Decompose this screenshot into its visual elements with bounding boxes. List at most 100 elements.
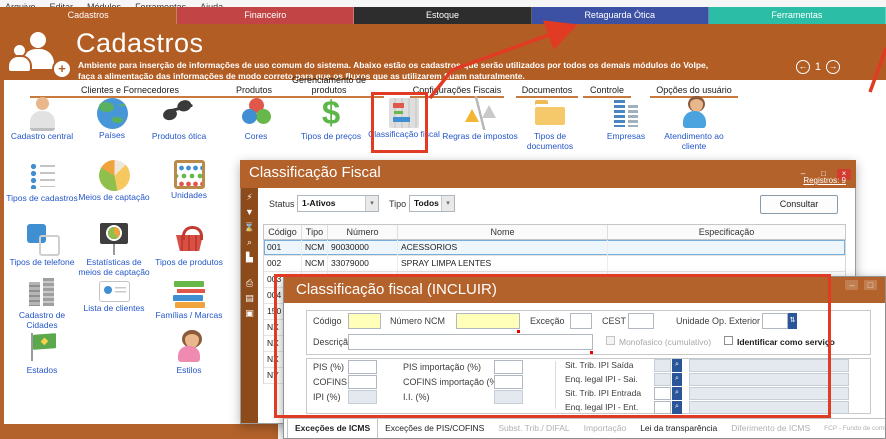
shortcut-label: Lista de clientes <box>76 304 152 314</box>
shortcut-item[interactable]: Regras de impostos <box>442 96 518 142</box>
report-icon[interactable]: ▤ <box>241 292 258 305</box>
shortcut-item[interactable]: Empresas <box>588 96 664 142</box>
ipi-code-input[interactable] <box>654 401 671 414</box>
shortcut-item[interactable]: Estados <box>4 330 80 376</box>
shortcut-item[interactable]: Tipos de documentos <box>512 96 588 151</box>
flash-icon[interactable]: ⚡ <box>241 191 258 204</box>
dialog-tab[interactable]: FCP - Fundo de combate à pobreza <box>817 419 886 438</box>
filter-icon[interactable]: ▼ <box>241 206 258 219</box>
cest-input[interactable] <box>628 313 654 329</box>
descricao-input[interactable] <box>348 334 593 350</box>
ipi-description-field <box>689 387 849 400</box>
ipi-code-input[interactable] <box>654 373 671 386</box>
ipi-description-field <box>689 401 849 414</box>
hourglass-icon[interactable]: ⌛ <box>241 221 258 234</box>
shortcut-label: Tipos de preços <box>293 132 369 142</box>
column-header[interactable]: Tipo <box>302 225 328 239</box>
chart-icon[interactable]: ▙ <box>241 251 258 264</box>
unidade-op-exterior-input[interactable] <box>762 313 788 329</box>
pie-chart-icon <box>99 160 130 191</box>
column-header[interactable]: Código <box>264 225 302 239</box>
numero-ncm-input[interactable] <box>456 313 520 329</box>
consultar-button[interactable]: Consultar <box>760 195 838 214</box>
lookup-button[interactable]: ⌕ <box>672 387 682 400</box>
dialog-tab[interactable]: Exceções de PIS/COFINS <box>378 419 491 438</box>
lookup-button[interactable]: ⌕ <box>672 401 682 414</box>
print-icon[interactable]: ⎙ <box>241 277 258 290</box>
ipi-code-input[interactable] <box>654 359 671 372</box>
incluir-dialog-titlebar[interactable]: Classificação fiscal (INCLUIR) – □ <box>284 277 885 303</box>
shortcut-label: Tipos de produtos <box>151 258 227 268</box>
pis-input[interactable] <box>348 360 377 374</box>
minimize-button[interactable]: – <box>845 280 858 290</box>
module-tab[interactable]: Estoque <box>354 7 531 24</box>
ipi-code-input[interactable] <box>654 387 671 400</box>
window-bottom-border <box>0 424 278 439</box>
shortcut-item[interactable]: Atendimento ao cliente <box>656 96 732 151</box>
dialog-tab[interactable]: Diferimento de ICMS <box>724 419 817 438</box>
shortcut-label: Famílias / Marcas <box>151 311 227 321</box>
ipi-description-field <box>689 373 849 386</box>
shortcut-item[interactable]: Estilos <box>151 330 227 376</box>
shortcut-item[interactable]: Tipos de telefone <box>4 222 80 268</box>
page-description-line1: Ambiente para inserção de informações de… <box>78 60 708 70</box>
shortcut-item[interactable]: Lista de clientes <box>76 275 152 314</box>
tipo-select[interactable]: Todos ▾ <box>409 195 455 212</box>
excecao-input[interactable] <box>570 313 592 329</box>
module-tab[interactable]: Cadastros <box>0 7 177 24</box>
codigo-input[interactable] <box>348 313 381 329</box>
prev-page-button[interactable]: ← <box>796 60 810 74</box>
table-row[interactable]: 001 NCM 90030000 ACESSORIOS <box>264 240 845 256</box>
users-plus-icon: + <box>12 32 70 76</box>
identificar-servico-checkbox[interactable] <box>724 336 733 345</box>
module-tab[interactable]: Ferramentas <box>709 7 886 24</box>
cell-numero: 90030000 <box>328 240 398 255</box>
shortcut-item[interactable]: Tipos de cadastros <box>4 158 80 204</box>
dialog-tab[interactable]: Lei da transparência <box>633 419 724 438</box>
monofasico-checkbox[interactable] <box>606 336 615 345</box>
pis-importacao-input[interactable] <box>494 360 523 374</box>
column-header[interactable]: Número <box>328 225 398 239</box>
shortcut-item[interactable]: Produtos ótica <box>141 96 217 142</box>
ipi-input[interactable] <box>348 390 377 404</box>
search-icon[interactable]: ⌕ <box>241 236 258 249</box>
lookup-button[interactable]: ⌕ <box>672 359 682 372</box>
dialog-tab[interactable]: Exceções de ICMS <box>287 418 378 438</box>
ipi-row: Enq. legal IPI - Ent. ⌕ <box>565 401 835 414</box>
module-tab[interactable]: Retaguarda Ótica <box>532 7 709 24</box>
column-header[interactable]: Especificação <box>608 225 845 239</box>
shortcut-item[interactable]: Cores <box>218 96 294 142</box>
shortcut-label: Produtos ótica <box>141 132 217 142</box>
module-tab[interactable]: Financeiro <box>177 7 354 24</box>
shortcut-label: Países <box>74 131 150 141</box>
shortcut-item[interactable]: Tipos de preços <box>293 96 369 142</box>
shortcut-item[interactable]: Estatísticas de meios de captação <box>76 222 152 277</box>
status-select[interactable]: 1-Ativos ▾ <box>297 195 379 212</box>
dialog-tab[interactable]: Subst. Trib./ DIFAL <box>491 419 576 438</box>
spinner-button[interactable]: ⇅ <box>788 313 797 329</box>
ipi-row: Sit. Trib. IPI Saída ⌕ <box>565 359 835 372</box>
maximize-button[interactable]: □ <box>864 280 877 290</box>
next-page-button[interactable]: → <box>826 60 840 74</box>
lookup-button[interactable]: ⌕ <box>672 373 682 386</box>
column-header[interactable]: Nome <box>398 225 608 239</box>
shortcut-item[interactable]: Cadastro de Cidades <box>4 275 80 330</box>
ii-input[interactable] <box>494 390 523 404</box>
shortcut-item[interactable]: Países <box>74 96 150 141</box>
cofins-importacao-input[interactable] <box>494 375 523 389</box>
cofins-input[interactable] <box>348 375 377 389</box>
shortcut-label: Tipos de telefone <box>4 258 80 268</box>
shortcut-item[interactable]: Classificação fiscal <box>366 96 442 140</box>
save-icon[interactable]: ▣ <box>241 307 258 320</box>
registros-link[interactable]: Registros: 9 <box>803 176 846 185</box>
shortcut-label: Atendimento ao cliente <box>656 132 732 151</box>
fiscal-window-titlebar[interactable]: Classificação Fiscal – □ × Registros: 9 <box>240 160 856 188</box>
dialog-tab[interactable]: Importação <box>577 419 634 438</box>
shortcut-label: Unidades <box>151 191 227 201</box>
table-row[interactable]: 002 NCM 33079000 SPRAY LIMPA LENTES <box>264 256 845 272</box>
shortcut-item[interactable]: Tipos de produtos <box>151 222 227 268</box>
shortcut-item[interactable]: Cadastro central <box>4 96 80 142</box>
shortcut-item[interactable]: Unidades <box>151 158 227 201</box>
shortcut-item[interactable]: Meios de captação <box>76 158 152 203</box>
shortcut-item[interactable]: Famílias / Marcas <box>151 275 227 321</box>
